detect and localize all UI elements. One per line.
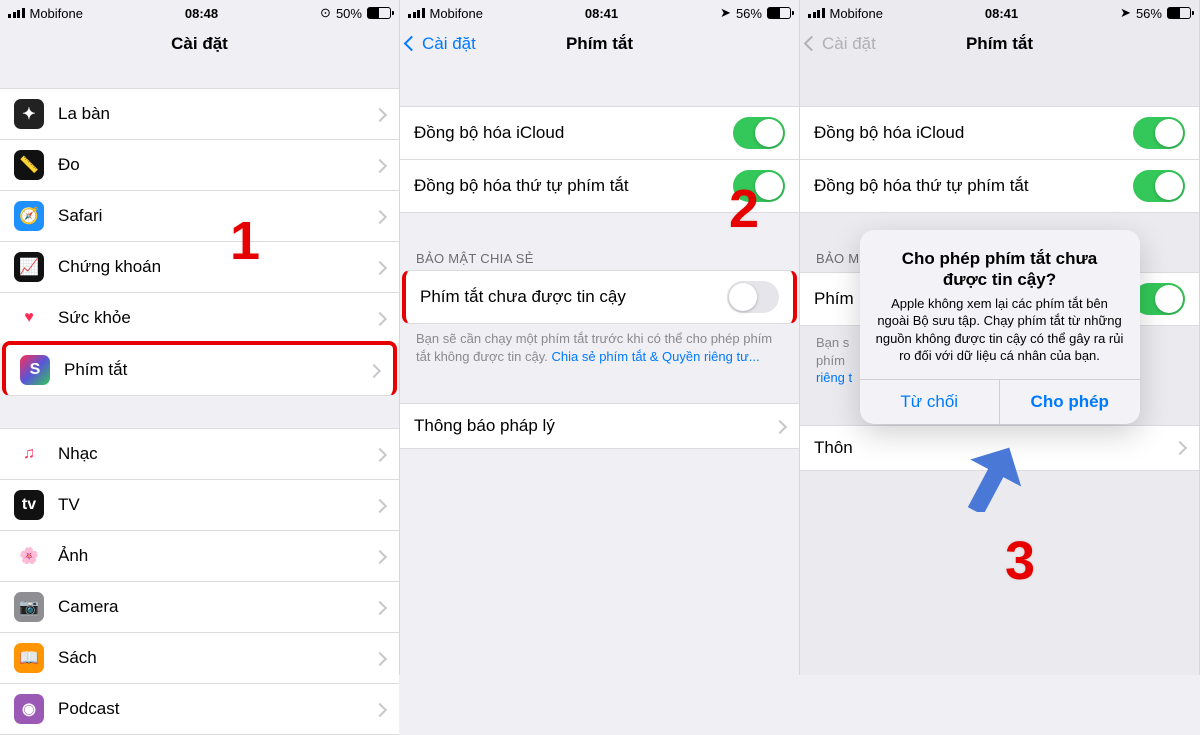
toggle-sync-icloud[interactable] (733, 117, 785, 149)
settings-row-camera[interactable]: 📷 Camera (0, 581, 399, 632)
settings-row-books[interactable]: 📖 Sách (0, 632, 399, 683)
health-icon: ♥ (14, 303, 44, 333)
settings-row-shortcuts[interactable]: S Phím tắt (2, 341, 397, 396)
location-icon: ⊙ (320, 5, 331, 21)
carrier: Mobifone (430, 6, 483, 21)
row-legal[interactable]: Thông báo pháp lý (400, 403, 799, 449)
settings-row-measure[interactable]: 📏 Đo (0, 139, 399, 190)
clock: 08:48 (185, 6, 218, 21)
battery-percent: 50% (336, 6, 362, 21)
camera-icon: 📷 (14, 592, 44, 622)
carrier: Mobifone (30, 6, 83, 21)
podcast-icon: ◉ (14, 694, 44, 724)
footer-text: Bạn s phím riêng t (800, 326, 1199, 387)
screen-settings-list: Mobifone 08:48 ⊙ 50% Cài đặt ✦ La bàn 📏 … (0, 0, 400, 675)
chevron-right-icon (369, 360, 379, 381)
tv-icon: tv (14, 490, 44, 520)
statusbar: Mobifone 08:41 ➤ 56% (800, 0, 1199, 22)
navbar: Cài đặt (0, 22, 399, 66)
stocks-icon: 📈 (14, 252, 44, 282)
chevron-right-icon (775, 416, 785, 437)
battery-percent: 56% (736, 6, 762, 21)
row-sync-order[interactable]: Đồng bộ hóa thứ tự phím tắt (800, 159, 1199, 213)
screen-shortcuts-alert: Mobifone 08:41 ➤ 56% Cài đặt Phím tắt Đồ… (800, 0, 1200, 675)
compass-icon: ✦ (14, 99, 44, 129)
battery-percent: 56% (1136, 6, 1162, 21)
page-title: Phím tắt (566, 34, 633, 54)
settings-row-compass[interactable]: ✦ La bàn (0, 88, 399, 139)
chevron-right-icon (375, 444, 385, 465)
chevron-right-icon (375, 206, 385, 227)
settings-row-stocks[interactable]: 📈 Chứng khoán (0, 241, 399, 292)
signal-icon (808, 8, 825, 18)
settings-row-tv[interactable]: tv TV (0, 479, 399, 530)
privacy-link[interactable]: riêng t (816, 370, 852, 385)
page-title: Phím tắt (966, 34, 1033, 54)
privacy-link[interactable]: Chia sẻ phím tắt & Quyền riêng tư... (552, 349, 760, 364)
annotation-step-1: 1 (230, 210, 260, 272)
page-title: Cài đặt (171, 34, 228, 54)
location-icon: ➤ (720, 5, 731, 21)
settings-row-photos[interactable]: 🌸 Ảnh (0, 530, 399, 581)
toggle-sync-order[interactable] (1133, 170, 1185, 202)
books-icon: 📖 (14, 643, 44, 673)
row-sync-icloud[interactable]: Đồng bộ hóa iCloud (800, 106, 1199, 159)
chevron-right-icon (375, 257, 385, 278)
alert-dialog: Cho phép phím tắt chưa được tin cậy? App… (860, 230, 1140, 424)
annotation-step-3: 3 (1005, 530, 1035, 592)
navbar: Cài đặt Phím tắt (400, 22, 799, 66)
statusbar: Mobifone 08:48 ⊙ 50% (0, 0, 399, 22)
settings-row-health[interactable]: ♥ Sức khỏe (0, 292, 399, 343)
chevron-right-icon (375, 104, 385, 125)
navbar: Cài đặt Phím tắt (800, 22, 1199, 66)
chevron-left-icon (406, 34, 420, 54)
chevron-right-icon (375, 308, 385, 329)
music-icon: ♫ (14, 439, 44, 469)
alert-allow-button[interactable]: Cho phép (1000, 380, 1140, 424)
chevron-right-icon (375, 648, 385, 669)
settings-row-music[interactable]: ♫ Nhạc (0, 428, 399, 479)
settings-row-safari[interactable]: 🧭 Safari (0, 190, 399, 241)
chevron-right-icon (375, 495, 385, 516)
screen-shortcuts-settings: Mobifone 08:41 ➤ 56% Cài đặt Phím tắt Đồ… (400, 0, 800, 675)
row-untrusted-shortcuts[interactable]: Phím (800, 272, 1199, 326)
row-untrusted-shortcuts[interactable]: Phím tắt chưa được tin cậy (402, 270, 797, 324)
chevron-right-icon (375, 155, 385, 176)
photos-icon: 🌸 (14, 541, 44, 571)
chevron-right-icon (375, 597, 385, 618)
back-button[interactable]: Cài đặt (806, 22, 876, 66)
chevron-left-icon (806, 34, 820, 54)
signal-icon (8, 8, 25, 18)
location-icon: ➤ (1120, 5, 1131, 21)
battery-icon (1167, 7, 1191, 19)
chevron-right-icon (1175, 437, 1185, 458)
toggle-untrusted-shortcuts[interactable] (1133, 283, 1185, 315)
shortcuts-icon: S (20, 355, 50, 385)
annotation-arrow-icon (950, 440, 1022, 512)
ruler-icon: 📏 (14, 150, 44, 180)
footer-text: Bạn sẽ cần chạy một phím tắt trước khi c… (400, 322, 799, 365)
toggle-sync-icloud[interactable] (1133, 117, 1185, 149)
toggle-untrusted-shortcuts[interactable] (727, 281, 779, 313)
section-header-security: BẢO M (800, 245, 1199, 272)
clock: 08:41 (985, 6, 1018, 21)
carrier: Mobifone (830, 6, 883, 21)
safari-icon: 🧭 (14, 201, 44, 231)
chevron-right-icon (375, 546, 385, 567)
clock: 08:41 (585, 6, 618, 21)
settings-row-podcast[interactable]: ◉ Podcast (0, 683, 399, 735)
annotation-step-2: 2 (729, 178, 759, 240)
back-button[interactable]: Cài đặt (406, 22, 476, 66)
battery-icon (367, 7, 391, 19)
battery-icon (767, 7, 791, 19)
statusbar: Mobifone 08:41 ➤ 56% (400, 0, 799, 22)
alert-cancel-button[interactable]: Từ chối (860, 380, 1001, 424)
signal-icon (408, 8, 425, 18)
row-sync-icloud[interactable]: Đồng bộ hóa iCloud (400, 106, 799, 159)
section-header-security: BẢO MẬT CHIA SẺ (400, 245, 799, 272)
chevron-right-icon (375, 699, 385, 720)
